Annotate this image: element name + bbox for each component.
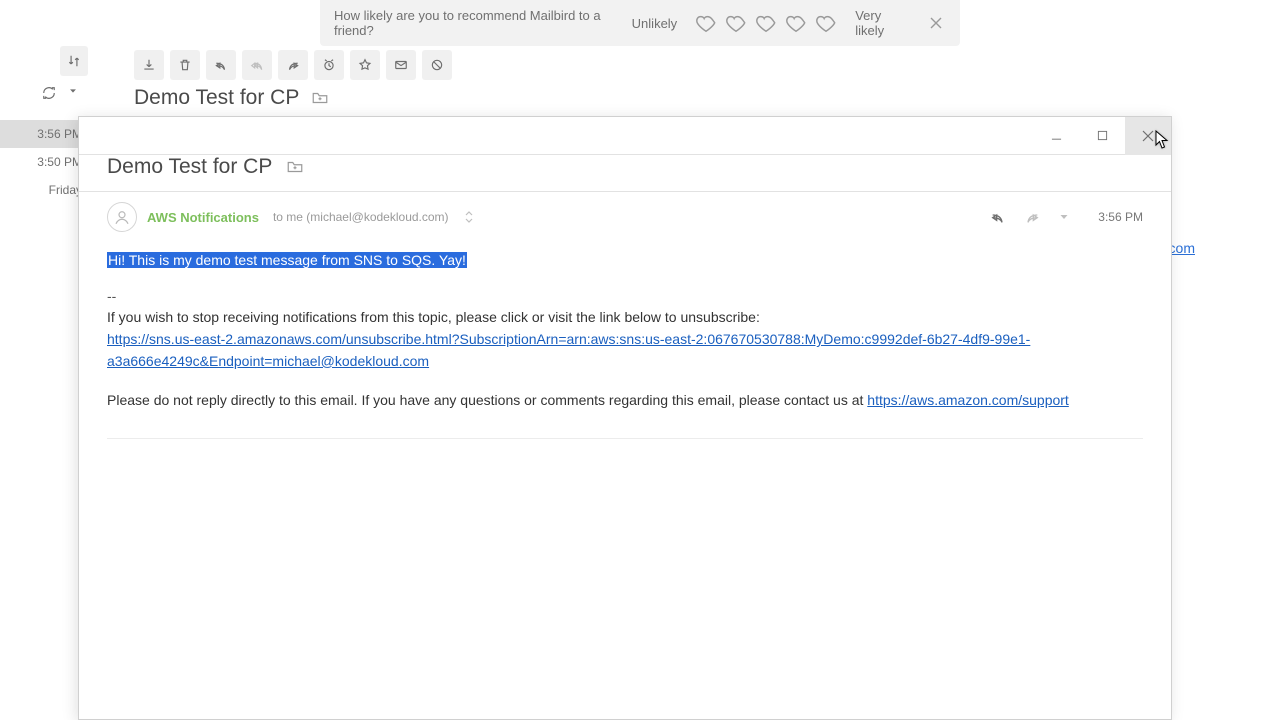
snooze-button[interactable]	[314, 50, 344, 80]
pane-subject: Demo Test for CP	[107, 155, 272, 179]
reply-button[interactable]	[206, 50, 236, 80]
survey-question: How likely are you to recommend Mailbird…	[334, 8, 614, 38]
window-titlebar	[79, 117, 1171, 155]
body-highlighted-text: Hi! This is my demo test message from SN…	[107, 252, 467, 268]
heart-icon[interactable]	[815, 12, 837, 34]
page-title: Demo Test for CP	[134, 86, 299, 110]
avatar	[107, 202, 137, 232]
survey-hearts	[695, 12, 837, 34]
pane-meta: AWS Notifications to me (michael@kodeklo…	[79, 192, 1171, 232]
reply-icon[interactable]	[986, 209, 1010, 225]
minimize-button[interactable]	[1033, 117, 1079, 155]
body-separator: --	[107, 286, 1143, 308]
list-item[interactable]: 3:50 PM	[0, 148, 90, 176]
message-window: Demo Test for CP AWS Notifications to me…	[78, 116, 1172, 720]
message-list: 3:56 PM 3:50 PM Friday	[0, 120, 90, 204]
list-item[interactable]: Friday	[0, 176, 90, 204]
block-button[interactable]	[422, 50, 452, 80]
close-button[interactable]	[1125, 117, 1171, 155]
chevron-down-icon[interactable]	[68, 86, 78, 100]
chevron-down-icon[interactable]	[1054, 211, 1074, 223]
folder-plus-icon[interactable]	[311, 89, 329, 107]
delete-button[interactable]	[170, 50, 200, 80]
close-icon[interactable]	[926, 13, 946, 33]
maximize-button[interactable]	[1079, 117, 1125, 155]
message-body: Hi! This is my demo test message from SN…	[79, 232, 1171, 457]
forward-button[interactable]	[278, 50, 308, 80]
refresh-icon[interactable]	[42, 86, 56, 100]
survey-banner: How likely are you to recommend Mailbird…	[320, 0, 960, 46]
list-item-time: 3:56 PM	[37, 127, 82, 141]
support-link[interactable]: https://aws.amazon.com/support	[867, 392, 1069, 408]
list-item[interactable]: 3:56 PM	[0, 120, 90, 148]
pane-header: Demo Test for CP	[79, 153, 1171, 192]
heart-icon[interactable]	[785, 12, 807, 34]
star-button[interactable]	[350, 50, 380, 80]
list-item-time: 3:50 PM	[37, 155, 82, 169]
reply-all-button[interactable]	[242, 50, 272, 80]
sort-button[interactable]	[60, 46, 88, 76]
heart-icon[interactable]	[695, 12, 717, 34]
body-noreply-text: Please do not reply directly to this ema…	[107, 392, 867, 408]
heart-icon[interactable]	[725, 12, 747, 34]
mark-read-button[interactable]	[386, 50, 416, 80]
bg-subject-row: Demo Test for CP	[134, 86, 329, 110]
expand-icon[interactable]	[465, 210, 473, 224]
recipient-label: to me (michael@kodekloud.com)	[273, 210, 449, 224]
survey-label-low: Unlikely	[632, 16, 678, 31]
body-unsub-intro: If you wish to stop receiving notificati…	[107, 307, 1143, 329]
folder-plus-icon[interactable]	[286, 158, 304, 176]
unsubscribe-link[interactable]: https://sns.us-east-2.amazonaws.com/unsu…	[107, 331, 1030, 369]
survey-label-high: Very likely	[855, 8, 908, 38]
heart-icon[interactable]	[755, 12, 777, 34]
message-toolbar	[134, 50, 452, 80]
archive-button[interactable]	[134, 50, 164, 80]
list-item-time: Friday	[49, 183, 82, 197]
sender-name[interactable]: AWS Notifications	[147, 210, 259, 225]
forward-icon[interactable]	[1020, 209, 1044, 225]
message-time: 3:56 PM	[1098, 210, 1143, 224]
divider	[107, 438, 1143, 439]
